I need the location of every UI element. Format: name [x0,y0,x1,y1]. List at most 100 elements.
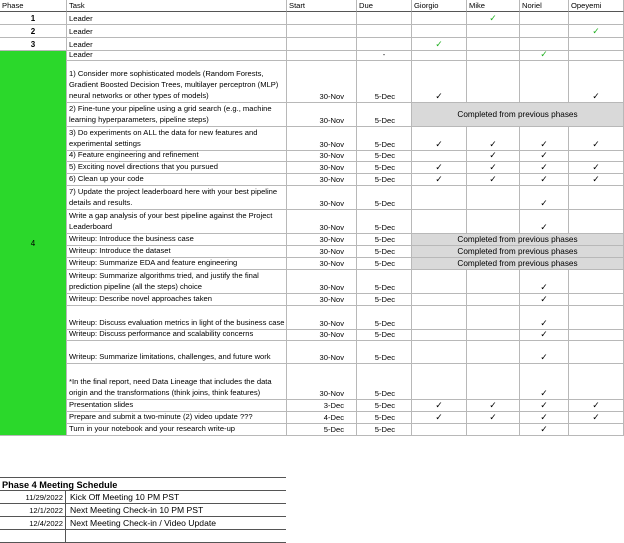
schedule-row[interactable]: 12/4/2022 Next Meeting Check-in / Video … [0,517,286,530]
checkmark-icon[interactable]: ✓ [520,127,569,151]
due-date-cell[interactable]: 5-Dec [357,174,412,186]
checkmark-icon[interactable]: ✓ [520,330,569,341]
task-cell[interactable]: 2) Fine-tune your pipeline using a grid … [67,103,287,127]
start-date-cell[interactable] [287,25,357,38]
checkmark-icon[interactable]: ✓ [569,174,624,186]
start-date-cell[interactable]: 30-Nov [287,162,357,174]
due-date-cell[interactable]: - [357,51,412,61]
due-date-cell[interactable]: 5-Dec [357,294,412,306]
empty-cell[interactable] [412,270,467,294]
start-date-cell[interactable]: 30-Nov [287,341,357,364]
start-date-cell[interactable] [287,12,357,25]
checkmark-icon[interactable]: ✓ [520,364,569,400]
empty-cell[interactable] [412,424,467,436]
task-cell[interactable]: Write a gap analysis of your best pipeli… [67,210,287,234]
task-cell[interactable]: Writeup: Introduce the dataset [67,246,287,258]
due-date-cell[interactable]: 5-Dec [357,424,412,436]
due-date-cell[interactable]: 5-Dec [357,412,412,424]
start-date-cell[interactable]: 30-Nov [287,210,357,234]
start-date-cell[interactable]: 3-Dec [287,400,357,412]
checkmark-icon[interactable]: ✓ [467,174,520,186]
task-cell[interactable]: Leader [67,25,287,38]
task-cell[interactable]: 5) Exciting novel directions that you pu… [67,162,287,174]
completed-previous-phases-cell[interactable]: Completed from previous phases [412,258,624,270]
due-date-cell[interactable]: 5-Dec [357,61,412,103]
empty-cell[interactable] [569,364,624,400]
empty-cell[interactable] [467,364,520,400]
task-cell[interactable]: Presentation slides [67,400,287,412]
start-date-cell[interactable]: 30-Nov [287,127,357,151]
empty-cell[interactable] [520,61,569,103]
checkmark-icon[interactable]: ✓ [412,61,467,103]
checkmark-icon[interactable]: ✓ [520,270,569,294]
checkmark-icon[interactable]: ✓ [520,306,569,330]
empty-cell[interactable] [467,330,520,341]
due-date-cell[interactable]: 5-Dec [357,162,412,174]
start-date-cell[interactable] [287,51,357,61]
task-cell[interactable]: 6) Clean up your code [67,174,287,186]
due-date-cell[interactable]: 5-Dec [357,330,412,341]
empty-cell[interactable] [412,51,467,61]
empty-cell[interactable] [467,424,520,436]
empty-cell[interactable] [412,364,467,400]
empty-cell[interactable] [520,38,569,51]
due-date-cell[interactable] [357,12,412,25]
empty-cell[interactable] [569,424,624,436]
empty-cell[interactable] [412,25,467,38]
empty-cell[interactable] [467,25,520,38]
empty-cell[interactable] [467,210,520,234]
start-date-cell[interactable]: 30-Nov [287,103,357,127]
due-date-cell[interactable]: 5-Dec [357,270,412,294]
task-cell[interactable]: Writeup: Summarize algorithms tried, and… [67,270,287,294]
empty-cell[interactable] [569,186,624,210]
checkmark-icon[interactable]: ✓ [520,424,569,436]
task-cell[interactable]: Writeup: Introduce the business case [67,234,287,246]
checkmark-icon[interactable]: ✓ [467,151,520,162]
start-date-cell[interactable]: 30-Nov [287,258,357,270]
task-cell[interactable]: Leader [67,51,287,61]
start-date-cell[interactable]: 30-Nov [287,294,357,306]
checkmark-icon[interactable]: ✓ [467,162,520,174]
column-header-noriel[interactable]: Noriel [520,0,569,12]
checkmark-icon[interactable]: ✓ [520,151,569,162]
due-date-cell[interactable]: 5-Dec [357,186,412,210]
task-cell[interactable]: Writeup: Describe novel approaches taken [67,294,287,306]
start-date-cell[interactable]: 30-Nov [287,270,357,294]
checkmark-icon[interactable]: ✓ [569,61,624,103]
task-cell[interactable]: *In the final report, need Data Lineage … [67,364,287,400]
task-cell[interactable]: Writeup: Summarize EDA and feature engin… [67,258,287,270]
empty-cell[interactable] [569,210,624,234]
column-header-start[interactable]: Start [287,0,357,12]
checkmark-icon[interactable]: ✓ [520,186,569,210]
due-date-cell[interactable]: 5-Dec [357,151,412,162]
empty-cell[interactable] [569,270,624,294]
due-date-cell[interactable]: 5-Dec [357,400,412,412]
task-cell[interactable]: Writeup: Discuss performance and scalabi… [67,330,287,341]
empty-cell[interactable] [412,210,467,234]
task-cell[interactable]: Writeup: Discuss evaluation metrics in l… [67,306,287,330]
empty-cell[interactable] [569,12,624,25]
empty-cell[interactable] [520,25,569,38]
start-date-cell[interactable] [287,38,357,51]
checkmark-icon[interactable]: ✓ [412,412,467,424]
empty-cell[interactable] [412,306,467,330]
empty-cell[interactable] [412,12,467,25]
checkmark-icon[interactable]: ✓ [569,412,624,424]
checkmark-icon[interactable]: ✓ [520,341,569,364]
empty-cell[interactable] [412,294,467,306]
task-cell[interactable]: 7) Update the project leaderboard here w… [67,186,287,210]
empty-cell[interactable] [412,330,467,341]
due-date-cell[interactable]: 5-Dec [357,364,412,400]
empty-cell[interactable] [569,51,624,61]
checkmark-icon[interactable]: ✓ [569,127,624,151]
schedule-row[interactable]: 11/29/2022 Kick Off Meeting 10 PM PST [0,491,286,504]
due-date-cell[interactable] [357,25,412,38]
start-date-cell[interactable]: 30-Nov [287,151,357,162]
empty-cell[interactable] [467,294,520,306]
due-date-cell[interactable]: 5-Dec [357,127,412,151]
checkmark-icon[interactable]: ✓ [520,210,569,234]
task-cell[interactable]: Leader [67,38,287,51]
empty-cell[interactable] [569,294,624,306]
checkmark-icon[interactable]: ✓ [569,400,624,412]
empty-cell[interactable] [412,186,467,210]
